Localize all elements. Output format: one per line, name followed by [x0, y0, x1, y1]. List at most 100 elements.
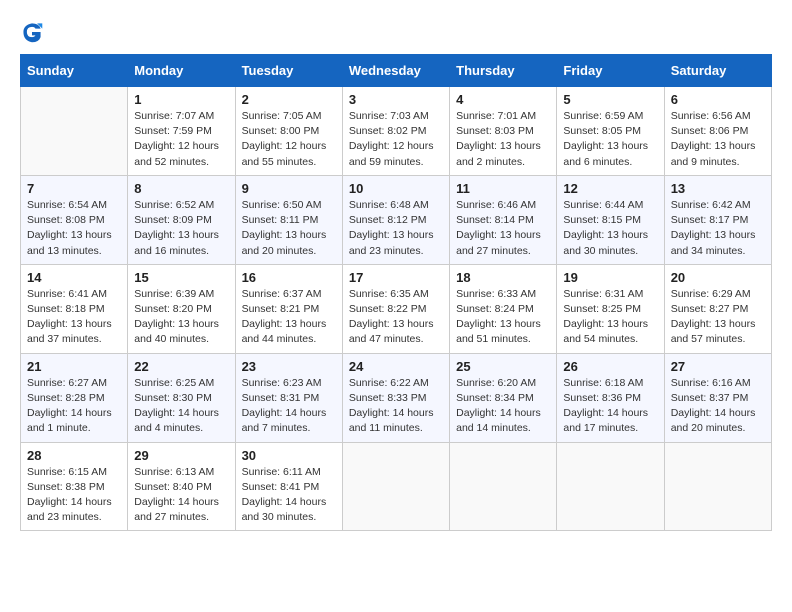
day-info: Sunrise: 7:03 AM Sunset: 8:02 PM Dayligh… — [349, 109, 443, 170]
day-number: 21 — [27, 359, 121, 374]
calendar-cell — [664, 442, 771, 531]
page-header — [20, 20, 772, 44]
calendar-body: 1Sunrise: 7:07 AM Sunset: 7:59 PM Daylig… — [21, 87, 772, 531]
day-number: 27 — [671, 359, 765, 374]
weekday-header-monday: Monday — [128, 55, 235, 87]
calendar-cell: 23 Sunrise: 6:23 AM Sunset: 8:31 PM Dayli… — [235, 353, 342, 442]
day-info: Sunrise: 6:44 AM Sunset: 8:15 PM Dayligh… — [563, 198, 657, 259]
calendar-header: SundayMondayTuesdayWednesdayThursdayFrid… — [21, 55, 772, 87]
day-number: 28 — [27, 448, 121, 463]
day-number: 12 — [563, 181, 657, 196]
day-number: 8 — [134, 181, 228, 196]
day-number: 11 — [456, 181, 550, 196]
calendar-cell: 29Sunrise: 6:13 AM Sunset: 8:40 PM Dayli… — [128, 442, 235, 531]
calendar-cell: 25Sunrise: 6:20 AM Sunset: 8:34 PM Dayli… — [450, 353, 557, 442]
calendar-cell: 13 Sunrise: 6:42 AM Sunset: 8:17 PM Dayli… — [664, 175, 771, 264]
weekday-header-friday: Friday — [557, 55, 664, 87]
day-info: Sunrise: 6:54 AM Sunset: 8:08 PM Dayligh… — [27, 198, 121, 259]
day-info: Sunrise: 6:37 AM Sunset: 8:21 PM Dayligh… — [242, 287, 336, 348]
calendar-cell — [450, 442, 557, 531]
day-number: 14 — [27, 270, 121, 285]
calendar-week-row: 14 Sunrise: 6:41 AM Sunset: 8:18 PM Dayli… — [21, 264, 772, 353]
day-number: 30 — [242, 448, 336, 463]
day-number: 5 — [563, 92, 657, 107]
day-info: Sunrise: 6:39 AM Sunset: 8:20 PM Dayligh… — [134, 287, 228, 348]
day-number: 26 — [563, 359, 657, 374]
calendar-cell: 17 Sunrise: 6:35 AM Sunset: 8:22 PM Dayli… — [342, 264, 449, 353]
day-number: 3 — [349, 92, 443, 107]
calendar-cell: 15 Sunrise: 6:39 AM Sunset: 8:20 PM Dayli… — [128, 264, 235, 353]
day-info: Sunrise: 6:35 AM Sunset: 8:22 PM Dayligh… — [349, 287, 443, 348]
day-info: Sunrise: 6:48 AM Sunset: 8:12 PM Dayligh… — [349, 198, 443, 259]
day-number: 17 — [349, 270, 443, 285]
calendar-cell — [21, 87, 128, 176]
calendar-cell: 12 Sunrise: 6:44 AM Sunset: 8:15 PM Dayli… — [557, 175, 664, 264]
weekday-header-thursday: Thursday — [450, 55, 557, 87]
calendar-cell: 28 Sunrise: 6:15 AM Sunset: 8:38 PM Dayli… — [21, 442, 128, 531]
calendar-cell: 2 Sunrise: 7:05 AM Sunset: 8:00 PM Daylig… — [235, 87, 342, 176]
calendar-week-row: 7 Sunrise: 6:54 AM Sunset: 8:08 PM Daylig… — [21, 175, 772, 264]
weekday-header-wednesday: Wednesday — [342, 55, 449, 87]
day-number: 4 — [456, 92, 550, 107]
day-number: 15 — [134, 270, 228, 285]
day-info: Sunrise: 6:11 AM Sunset: 8:41 PM Dayligh… — [242, 465, 336, 526]
calendar-cell: 22Sunrise: 6:25 AM Sunset: 8:30 PM Dayli… — [128, 353, 235, 442]
day-number: 6 — [671, 92, 765, 107]
day-number: 16 — [242, 270, 336, 285]
day-info: Sunrise: 6:13 AM Sunset: 8:40 PM Dayligh… — [134, 465, 228, 526]
day-number: 2 — [242, 92, 336, 107]
day-number: 9 — [242, 181, 336, 196]
calendar-cell: 10 Sunrise: 6:48 AM Sunset: 8:12 PM Dayli… — [342, 175, 449, 264]
day-number: 22 — [134, 359, 228, 374]
calendar-cell: 30 Sunrise: 6:11 AM Sunset: 8:41 PM Dayli… — [235, 442, 342, 531]
calendar-table: SundayMondayTuesdayWednesdayThursdayFrid… — [20, 54, 772, 531]
day-number: 25 — [456, 359, 550, 374]
day-info: Sunrise: 6:46 AM Sunset: 8:14 PM Dayligh… — [456, 198, 550, 259]
calendar-cell: 20 Sunrise: 6:29 AM Sunset: 8:27 PM Dayli… — [664, 264, 771, 353]
weekday-header-sunday: Sunday — [21, 55, 128, 87]
day-info: Sunrise: 6:41 AM Sunset: 8:18 PM Dayligh… — [27, 287, 121, 348]
day-number: 1 — [134, 92, 228, 107]
day-info: Sunrise: 6:52 AM Sunset: 8:09 PM Dayligh… — [134, 198, 228, 259]
calendar-cell: 18Sunrise: 6:33 AM Sunset: 8:24 PM Dayli… — [450, 264, 557, 353]
calendar-cell: 5 Sunrise: 6:59 AM Sunset: 8:05 PM Daylig… — [557, 87, 664, 176]
calendar-cell: 11 Sunrise: 6:46 AM Sunset: 8:14 PM Dayli… — [450, 175, 557, 264]
day-info: Sunrise: 6:29 AM Sunset: 8:27 PM Dayligh… — [671, 287, 765, 348]
calendar-cell: 19 Sunrise: 6:31 AM Sunset: 8:25 PM Dayli… — [557, 264, 664, 353]
calendar-week-row: 21 Sunrise: 6:27 AM Sunset: 8:28 PM Dayli… — [21, 353, 772, 442]
day-info: Sunrise: 7:05 AM Sunset: 8:00 PM Dayligh… — [242, 109, 336, 170]
calendar-cell: 1Sunrise: 7:07 AM Sunset: 7:59 PM Daylig… — [128, 87, 235, 176]
calendar-cell: 14 Sunrise: 6:41 AM Sunset: 8:18 PM Dayli… — [21, 264, 128, 353]
calendar-cell: 3 Sunrise: 7:03 AM Sunset: 8:02 PM Daylig… — [342, 87, 449, 176]
day-info: Sunrise: 6:31 AM Sunset: 8:25 PM Dayligh… — [563, 287, 657, 348]
day-info: Sunrise: 6:23 AM Sunset: 8:31 PM Dayligh… — [242, 376, 336, 437]
weekday-header-tuesday: Tuesday — [235, 55, 342, 87]
day-info: Sunrise: 7:01 AM Sunset: 8:03 PM Dayligh… — [456, 109, 550, 170]
day-number: 13 — [671, 181, 765, 196]
day-info: Sunrise: 6:42 AM Sunset: 8:17 PM Dayligh… — [671, 198, 765, 259]
day-info: Sunrise: 6:15 AM Sunset: 8:38 PM Dayligh… — [27, 465, 121, 526]
day-info: Sunrise: 6:56 AM Sunset: 8:06 PM Dayligh… — [671, 109, 765, 170]
day-info: Sunrise: 6:59 AM Sunset: 8:05 PM Dayligh… — [563, 109, 657, 170]
day-info: Sunrise: 6:18 AM Sunset: 8:36 PM Dayligh… — [563, 376, 657, 437]
calendar-cell: 27Sunrise: 6:16 AM Sunset: 8:37 PM Dayli… — [664, 353, 771, 442]
calendar-week-row: 28 Sunrise: 6:15 AM Sunset: 8:38 PM Dayli… — [21, 442, 772, 531]
day-number: 19 — [563, 270, 657, 285]
calendar-cell — [342, 442, 449, 531]
calendar-cell: 4 Sunrise: 7:01 AM Sunset: 8:03 PM Daylig… — [450, 87, 557, 176]
day-number: 10 — [349, 181, 443, 196]
day-info: Sunrise: 6:50 AM Sunset: 8:11 PM Dayligh… — [242, 198, 336, 259]
day-info: Sunrise: 6:33 AM Sunset: 8:24 PM Dayligh… — [456, 287, 550, 348]
calendar-cell — [557, 442, 664, 531]
logo — [20, 20, 48, 44]
day-number: 23 — [242, 359, 336, 374]
calendar-cell: 26 Sunrise: 6:18 AM Sunset: 8:36 PM Dayli… — [557, 353, 664, 442]
calendar-cell: 21 Sunrise: 6:27 AM Sunset: 8:28 PM Dayli… — [21, 353, 128, 442]
day-number: 24 — [349, 359, 443, 374]
day-number: 20 — [671, 270, 765, 285]
weekday-header-row: SundayMondayTuesdayWednesdayThursdayFrid… — [21, 55, 772, 87]
day-info: Sunrise: 6:22 AM Sunset: 8:33 PM Dayligh… — [349, 376, 443, 437]
day-info: Sunrise: 6:27 AM Sunset: 8:28 PM Dayligh… — [27, 376, 121, 437]
day-number: 7 — [27, 181, 121, 196]
calendar-cell: 9 Sunrise: 6:50 AM Sunset: 8:11 PM Daylig… — [235, 175, 342, 264]
